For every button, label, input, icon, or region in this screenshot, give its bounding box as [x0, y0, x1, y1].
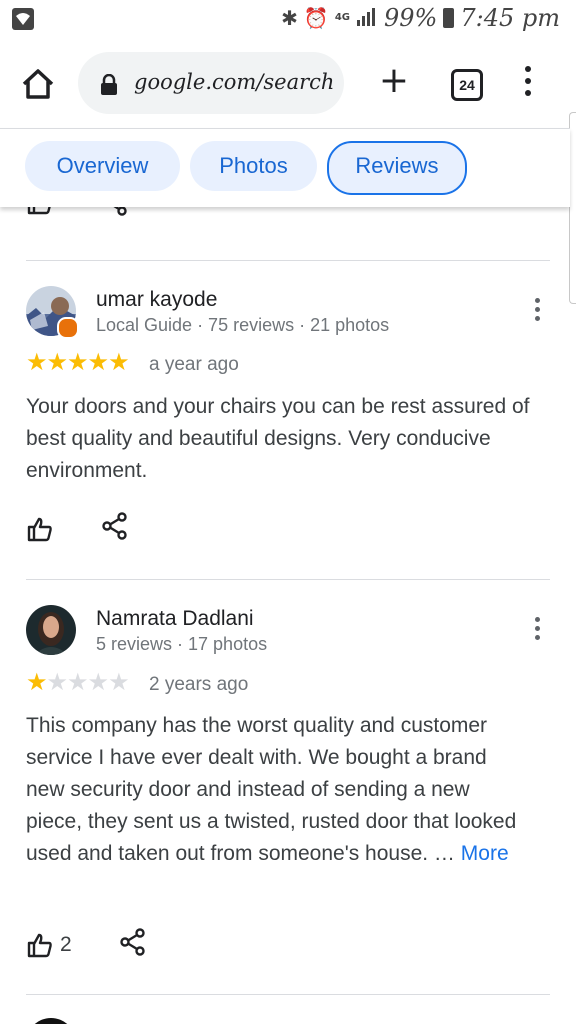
reviews-list: umar kayode Local Guide · 75 reviews · 2…	[0, 206, 576, 1024]
alarm-icon: ⏰	[303, 6, 329, 30]
battery-icon	[443, 8, 455, 28]
like-button[interactable]	[26, 515, 54, 543]
network-type: 4G	[334, 12, 350, 23]
reviewer-name[interactable]: Namrata Dadlani	[96, 607, 254, 631]
tab-reviews[interactable]: Reviews	[327, 141, 467, 195]
reviewer-name[interactable]: umar kayode	[96, 288, 217, 312]
review-date: 2 years ago	[149, 674, 249, 695]
share-icon[interactable]	[119, 928, 146, 961]
review-actions	[26, 512, 128, 545]
thumbs-up-icon[interactable]	[26, 515, 54, 543]
local-guide-badge	[57, 317, 79, 339]
share-icon[interactable]	[102, 206, 128, 221]
tab-overview[interactable]: Overview	[25, 141, 180, 191]
review-text: This company has the worst quality and c…	[26, 710, 526, 870]
review-date: a year ago	[149, 354, 239, 375]
review-text-body: This company has the worst quality and c…	[26, 714, 517, 865]
battery-percent: 99%	[384, 4, 438, 32]
more-options-icon[interactable]	[532, 298, 542, 324]
home-icon[interactable]	[18, 64, 58, 104]
divider	[26, 579, 550, 580]
signal-icon	[356, 6, 378, 31]
avatar[interactable]	[26, 605, 76, 655]
review-text: Your doors and your chairs you can be re…	[26, 395, 530, 482]
divider	[26, 260, 550, 261]
more-link[interactable]: More	[461, 842, 509, 865]
plus-icon[interactable]: +	[376, 63, 412, 100]
divider	[26, 994, 550, 995]
browser-toolbar: google.com/search?q + 24	[0, 40, 576, 128]
tab-bar: Overview Photos Reviews	[0, 128, 570, 207]
thumbs-up-icon[interactable]	[26, 931, 54, 959]
status-bar: ✱ ⏰ 4G 99% 7:45 pm	[0, 0, 576, 40]
avatar[interactable]	[26, 1018, 76, 1024]
clock: 7:45 pm	[460, 4, 560, 32]
url-bar[interactable]: google.com/search?q	[78, 52, 344, 114]
reviewer-meta: Local Guide · 75 reviews · 21 photos	[96, 315, 390, 335]
more-options-icon[interactable]	[532, 617, 542, 643]
like-count: 2	[60, 932, 72, 956]
bluetooth-icon: ✱	[281, 6, 298, 30]
more-vert-icon[interactable]	[522, 66, 534, 100]
wifi-icon	[12, 8, 34, 30]
review-actions: 2	[26, 928, 146, 961]
star-rating: ★★★★★	[26, 668, 130, 696]
lock-icon[interactable]	[100, 73, 118, 101]
star-rating: ★★★★★	[26, 348, 130, 376]
thumbs-up-icon[interactable]	[26, 206, 54, 221]
reviewer-meta: 5 reviews · 17 photos	[96, 634, 268, 654]
like-button[interactable]: 2	[26, 931, 72, 959]
share-icon[interactable]	[102, 512, 128, 545]
tab-photos[interactable]: Photos	[190, 141, 317, 191]
tabs-icon[interactable]: 24	[451, 69, 483, 101]
url-text[interactable]: google.com/search?q	[134, 70, 334, 94]
previous-review-actions	[26, 206, 128, 221]
